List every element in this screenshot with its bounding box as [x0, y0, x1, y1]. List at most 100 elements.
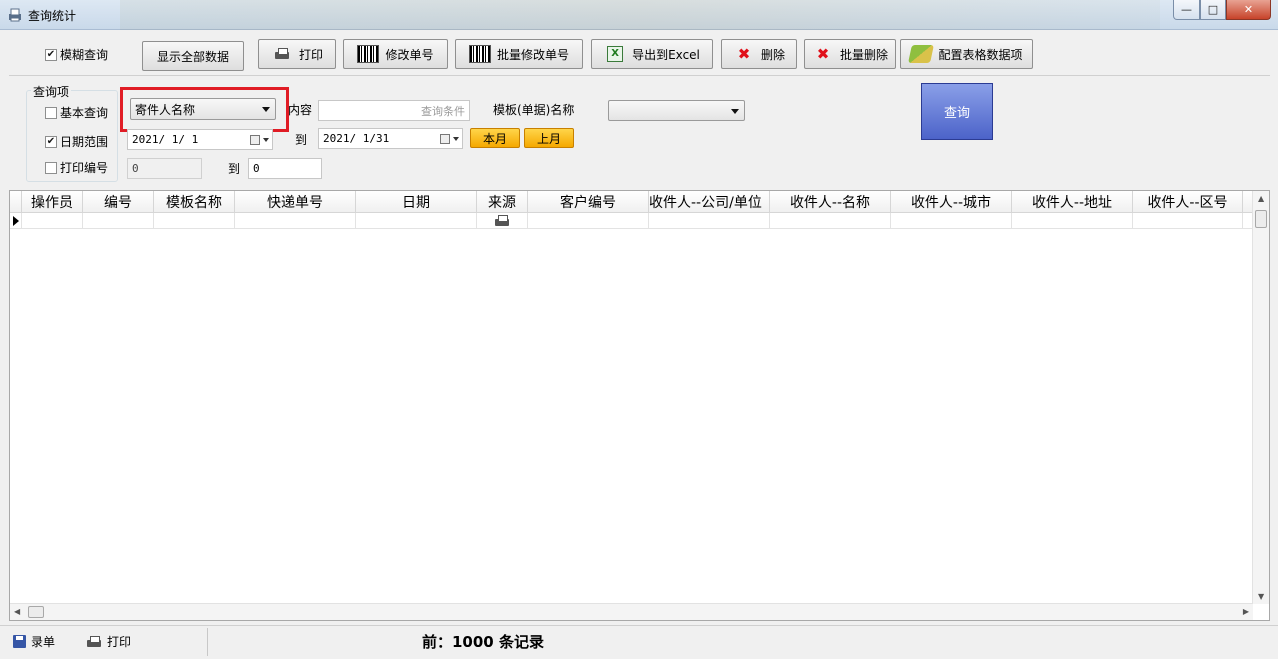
entry-label: 录单: [31, 635, 56, 649]
print-number-label: 打印编号: [60, 161, 109, 175]
scroll-right-icon[interactable]: ▶: [1243, 607, 1249, 616]
printer-icon: [494, 215, 510, 227]
table-row[interactable]: [10, 213, 1253, 229]
print-button[interactable]: 打印: [258, 39, 336, 69]
close-button[interactable]: ✕: [1226, 0, 1271, 20]
vertical-scrollbar[interactable]: ▲ ▼: [1252, 191, 1269, 604]
status-bar: 录单 打印 前：1000 条记录: [0, 625, 1278, 659]
print-number-checkbox[interactable]: 打印编号: [45, 159, 108, 176]
print-to-label: 到: [228, 162, 241, 176]
column-header[interactable]: 模板名称: [154, 191, 235, 213]
excel-icon: X: [604, 44, 626, 64]
status-print-button[interactable]: 打印: [86, 633, 131, 650]
column-header[interactable]: 快递单号: [235, 191, 356, 213]
chevron-down-icon[interactable]: [263, 138, 269, 142]
this-month-button[interactable]: 本月: [470, 128, 520, 148]
scroll-left-icon[interactable]: ◀: [14, 607, 20, 616]
status-print-label: 打印: [107, 635, 132, 649]
date-to-value: 2021/ 1/31: [323, 132, 390, 145]
chevron-down-icon[interactable]: [453, 137, 459, 141]
record-count: 前：1000 条记录: [422, 633, 544, 651]
date-from-value: 2021/ 1/ 1: [132, 133, 199, 146]
red-x-icon: ✖: [737, 44, 751, 63]
entry-button[interactable]: 录单: [13, 633, 55, 650]
basic-query-check-icon[interactable]: [45, 106, 57, 119]
template-name-label: 模板(单据)名称: [493, 103, 575, 117]
scroll-up-icon[interactable]: ▲: [1258, 194, 1264, 203]
column-header[interactable]: 来源: [477, 191, 528, 213]
column-header[interactable]: 日期: [356, 191, 477, 213]
batch-edit-number-button[interactable]: 批量修改单号: [455, 39, 583, 69]
column-header[interactable]: 收件人--公司/单位: [649, 191, 770, 213]
toolbar: ✔ 模糊查询 显示全部数据 打印 修改单号 批量修改单号 X 导出到Excel …: [9, 30, 1270, 76]
column-header[interactable]: 客户编号: [528, 191, 649, 213]
batch-delete-button[interactable]: ✖ 批量删除: [804, 39, 896, 69]
basic-query-checkbox[interactable]: 基本查询: [45, 104, 108, 121]
red-x-icon: ✖: [816, 44, 830, 63]
horizontal-scrollbar[interactable]: ◀ ▶: [10, 603, 1253, 620]
printer-icon: [86, 635, 102, 648]
scroll-down-icon[interactable]: ▼: [1258, 592, 1264, 601]
app-icon: [8, 8, 22, 22]
barcode-icon: [357, 44, 380, 64]
basic-query-label: 基本查询: [60, 106, 109, 120]
results-grid[interactable]: 操作员 编号 模板名称 快递单号 日期 来源 客户编号 收件人--公司/单位 收…: [9, 190, 1270, 621]
maximize-button[interactable]: □: [1200, 0, 1226, 20]
date-range-checkbox[interactable]: ✔ 日期范围: [45, 133, 108, 150]
print-number-to-input[interactable]: 0: [248, 158, 322, 179]
barcode-icon: [468, 44, 491, 64]
column-header[interactable]: 收件人--名称: [770, 191, 891, 213]
print-number-from-input[interactable]: 0: [127, 158, 202, 179]
title-banner-image: [120, 0, 1160, 30]
date-range-label: 日期范围: [60, 135, 109, 149]
fuzzy-query-checkbox[interactable]: ✔ 模糊查询: [45, 46, 108, 63]
config-columns-label: 配置表格数据项: [938, 47, 1023, 62]
title-bar: 查询统计 — □ ✕: [0, 0, 1278, 30]
export-excel-label: 导出到Excel: [632, 47, 700, 62]
floppy-icon: [13, 635, 26, 648]
column-header[interactable]: 收件人--区号: [1133, 191, 1243, 213]
print-label: 打印: [298, 47, 323, 62]
export-excel-button[interactable]: X 导出到Excel: [591, 39, 713, 69]
grid-header: 操作员 编号 模板名称 快递单号 日期 来源 客户编号 收件人--公司/单位 收…: [10, 191, 1253, 213]
minimize-button[interactable]: —: [1173, 0, 1200, 20]
row-header-corner: [10, 191, 22, 213]
current-row-indicator-icon: [13, 216, 19, 226]
fuzzy-query-label: 模糊查询: [60, 48, 109, 62]
last-month-button[interactable]: 上月: [524, 128, 574, 148]
query-options-title: 查询项: [31, 83, 72, 100]
window-title: 查询统计: [28, 9, 77, 23]
horizontal-scroll-thumb[interactable]: [28, 606, 44, 618]
template-name-select[interactable]: [608, 100, 745, 121]
highlight-frame: [120, 87, 289, 132]
column-header[interactable]: 收件人--地址: [1012, 191, 1133, 213]
print-number-check-icon[interactable]: [45, 161, 57, 174]
content-input[interactable]: 查询条件: [318, 100, 470, 121]
batch-edit-number-label: 批量修改单号: [496, 47, 569, 62]
status-separator: [207, 628, 208, 656]
edit-number-label: 修改单号: [385, 47, 434, 62]
query-button[interactable]: 查询: [921, 83, 993, 140]
column-header[interactable]: 操作员: [22, 191, 83, 213]
fuzzy-query-check-icon[interactable]: ✔: [45, 48, 57, 61]
date-to-label: 到: [295, 133, 308, 147]
chevron-down-icon: [731, 109, 739, 114]
column-header[interactable]: 收件人--城市: [891, 191, 1012, 213]
config-columns-button[interactable]: 配置表格数据项: [900, 39, 1033, 69]
show-all-label: 显示全部数据: [156, 49, 229, 64]
delete-button[interactable]: ✖ 删除: [721, 39, 797, 69]
date-from-picker[interactable]: 2021/ 1/ 1: [127, 129, 273, 150]
edit-number-button[interactable]: 修改单号: [343, 39, 448, 69]
settings-pen-icon: [908, 44, 935, 64]
batch-delete-label: 批量删除: [839, 47, 888, 62]
date-range-check-icon[interactable]: ✔: [45, 135, 57, 148]
delete-label: 删除: [760, 47, 785, 62]
content-label: 内容: [288, 103, 313, 117]
column-header[interactable]: 编号: [83, 191, 154, 213]
calendar-icon[interactable]: [440, 134, 450, 144]
date-to-picker[interactable]: 2021/ 1/31: [318, 128, 463, 149]
calendar-icon[interactable]: [250, 135, 260, 145]
query-panel: 查询项 基本查询 ✔ 日期范围 打印编号 寄件人名称 内容 查询条件 模板(单据…: [9, 76, 1270, 184]
vertical-scroll-thumb[interactable]: [1255, 210, 1267, 228]
show-all-button[interactable]: 显示全部数据: [142, 41, 244, 71]
